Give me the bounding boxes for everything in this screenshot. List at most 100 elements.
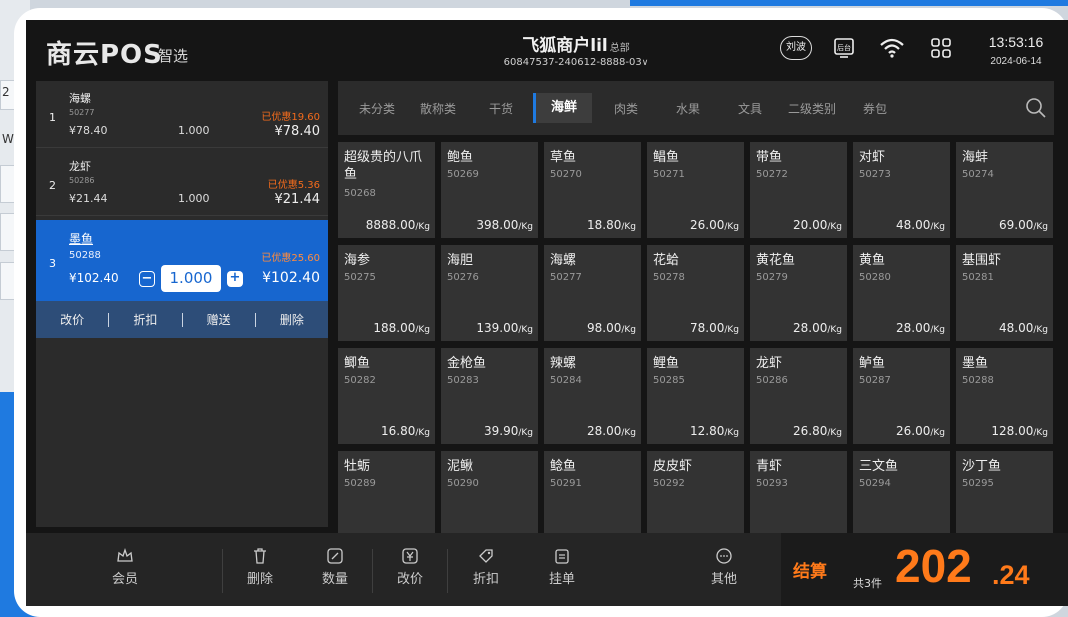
quantity-decrease-button[interactable]: −	[139, 271, 155, 287]
user-badge[interactable]: 刘波	[780, 36, 812, 60]
quantity-increase-button[interactable]: +	[227, 271, 243, 287]
product-card[interactable]: 龙虾 50286 26.80/Kg	[750, 348, 847, 444]
background-blue-bar	[630, 0, 1068, 6]
cart-item[interactable]: 1 海螺 50277 已优惠19.60 ¥78.40 1.000 ¥78.40	[36, 81, 328, 148]
product-card[interactable]: 鲍鱼 50269 398.00/Kg	[441, 142, 538, 238]
cart-item-name: 龙虾	[69, 160, 91, 173]
product-card[interactable]: 鲤鱼 50285 12.80/Kg	[647, 348, 744, 444]
product-name: 辣螺	[550, 356, 577, 371]
wifi-icon[interactable]	[878, 34, 906, 62]
product-price: 188.00/Kg	[373, 321, 430, 335]
checkout-button[interactable]: 结算 共3件 202 .24	[781, 533, 1068, 606]
product-price-value: 28.00	[895, 321, 931, 335]
product-code: 50277	[550, 272, 582, 283]
product-search-button[interactable]	[1024, 96, 1048, 120]
discount-bottom-button[interactable]: 折扣	[473, 547, 499, 587]
tab-fruit[interactable]: 水果	[676, 100, 700, 117]
product-price: 48.00/Kg	[999, 321, 1048, 335]
product-card[interactable]: 带鱼 50272 20.00/Kg	[750, 142, 847, 238]
merchant-id-dropdown[interactable]: 60847537-240612-8888-03∨	[456, 57, 696, 68]
member-button[interactable]: 会员	[112, 547, 138, 587]
tab-stationery[interactable]: 文具	[738, 100, 762, 117]
product-card[interactable]: 对虾 50273 48.00/Kg	[853, 142, 950, 238]
product-price: 128.00/Kg	[991, 424, 1048, 438]
tab-uncategorized[interactable]: 未分类	[359, 100, 395, 117]
product-price: 26.00/Kg	[690, 218, 739, 232]
product-code: 50283	[447, 375, 479, 386]
divider	[447, 549, 448, 593]
app-logo: 商云POS	[46, 40, 163, 70]
product-code: 50294	[859, 478, 891, 489]
quantity-button[interactable]: 数量	[322, 547, 348, 587]
product-card[interactable]: 辣螺 50284 28.00/Kg	[544, 348, 641, 444]
product-price: 69.00/Kg	[999, 218, 1048, 232]
cart-item[interactable]: 2 龙虾 50286 已优惠5.36 ¥21.44 1.000 ¥21.44	[36, 149, 328, 216]
change-price-bottom-button[interactable]: 改价	[397, 547, 423, 587]
product-code: 50274	[962, 169, 994, 180]
tag-icon	[479, 549, 493, 563]
percent-icon	[327, 548, 343, 564]
product-card[interactable]: 海胆 50276 139.00/Kg	[441, 245, 538, 341]
product-code: 50295	[962, 478, 994, 489]
product-card[interactable]: 鲳鱼 50271 26.00/Kg	[647, 142, 744, 238]
trash-icon	[254, 548, 266, 564]
product-name: 海参	[344, 253, 371, 268]
quantity-stepper-value[interactable]: 1.000	[161, 265, 221, 292]
tab-seafood[interactable]: 海鲜	[533, 93, 593, 123]
item-count: 共3件	[853, 577, 882, 590]
product-card[interactable]: 基围虾 50281 48.00/Kg	[956, 245, 1053, 341]
product-card[interactable]: 墨鱼 50288 128.00/Kg	[956, 348, 1053, 444]
product-name: 海蚌	[962, 150, 989, 165]
tab-secondary-category[interactable]: 二级类别	[788, 100, 836, 117]
product-card[interactable]: 海螺 50277 98.00/Kg	[544, 245, 641, 341]
cart-item-discount: 已优惠25.60	[261, 253, 320, 264]
product-price-value: 20.00	[792, 218, 828, 232]
delete-order-button[interactable]: 删除	[247, 547, 273, 587]
apps-grid-icon[interactable]	[927, 34, 955, 62]
product-price: 98.00/Kg	[587, 321, 636, 335]
tab-coupons[interactable]: 券包	[863, 100, 887, 117]
product-code: 50275	[344, 272, 376, 283]
pos-screen: 商云POS 智选 飞狐商户lil 总部 60847537-240612-8888-…	[26, 20, 1068, 606]
product-card[interactable]: 金枪鱼 50283 39.90/Kg	[441, 348, 538, 444]
product-card[interactable]: 鲈鱼 50287 26.00/Kg	[853, 348, 950, 444]
backend-button[interactable]: 后台	[830, 34, 858, 62]
change-price-button[interactable]: 改价	[36, 311, 108, 328]
product-price-unit: /Kg	[415, 325, 430, 335]
product-price-value: 26.00	[689, 218, 725, 232]
product-grid: 超级贵的八爪鱼 50268 8888.00/Kg 鲍鱼 50269 398.00/Kg 草鱼…	[338, 142, 1054, 547]
cart-item-selected[interactable]: 3 墨鱼 50288 已优惠25.60 ¥102.40 − 1.000 + ¥1…	[36, 220, 328, 301]
product-price: 26.80/Kg	[793, 424, 842, 438]
product-card[interactable]: 草鱼 50270 18.80/Kg	[544, 142, 641, 238]
product-card[interactable]: 超级贵的八爪鱼 50268 8888.00/Kg	[338, 142, 435, 238]
product-card[interactable]: 黄花鱼 50279 28.00/Kg	[750, 245, 847, 341]
tab-meat[interactable]: 肉类	[614, 100, 638, 117]
divider	[222, 549, 223, 593]
tab-bulk[interactable]: 散称类	[420, 100, 456, 117]
product-card[interactable]: 黄鱼 50280 28.00/Kg	[853, 245, 950, 341]
product-price-unit: /Kg	[724, 222, 739, 232]
product-code: 50287	[859, 375, 891, 386]
cart-panel: 1 海螺 50277 已优惠19.60 ¥78.40 1.000 ¥78.40 …	[36, 81, 328, 527]
hold-order-button[interactable]: 挂单	[549, 547, 575, 587]
product-name: 皮皮虾	[653, 459, 693, 474]
product-card[interactable]: 海蚌 50274 69.00/Kg	[956, 142, 1053, 238]
delete-item-button[interactable]: 删除	[256, 311, 328, 328]
product-code: 50272	[756, 169, 788, 180]
product-price-unit: /Kg	[827, 325, 842, 335]
cart-item-index: 3	[49, 257, 56, 270]
merchant-name[interactable]: 飞狐商户lil 总部	[456, 31, 696, 56]
product-card[interactable]: 鲫鱼 50282 16.80/Kg	[338, 348, 435, 444]
product-name: 超级贵的八爪鱼	[344, 150, 423, 182]
tab-dry-goods[interactable]: 干货	[489, 100, 513, 117]
product-price: 8888.00/Kg	[366, 218, 430, 232]
product-card[interactable]: 花蛤 50278 78.00/Kg	[647, 245, 744, 341]
gift-button[interactable]: 赠送	[183, 311, 255, 328]
bottom-toolbar: 会员 删除 数量 改价 折扣 挂单 其他 结算 共3件 202 .24	[26, 533, 1068, 606]
product-name: 海胆	[447, 253, 474, 268]
product-card[interactable]: 海参 50275 188.00/Kg	[338, 245, 435, 341]
more-button[interactable]: 其他	[711, 547, 737, 587]
background-glyph: W	[2, 132, 14, 146]
product-code: 50268	[344, 188, 376, 199]
discount-button[interactable]: 折扣	[109, 311, 181, 328]
